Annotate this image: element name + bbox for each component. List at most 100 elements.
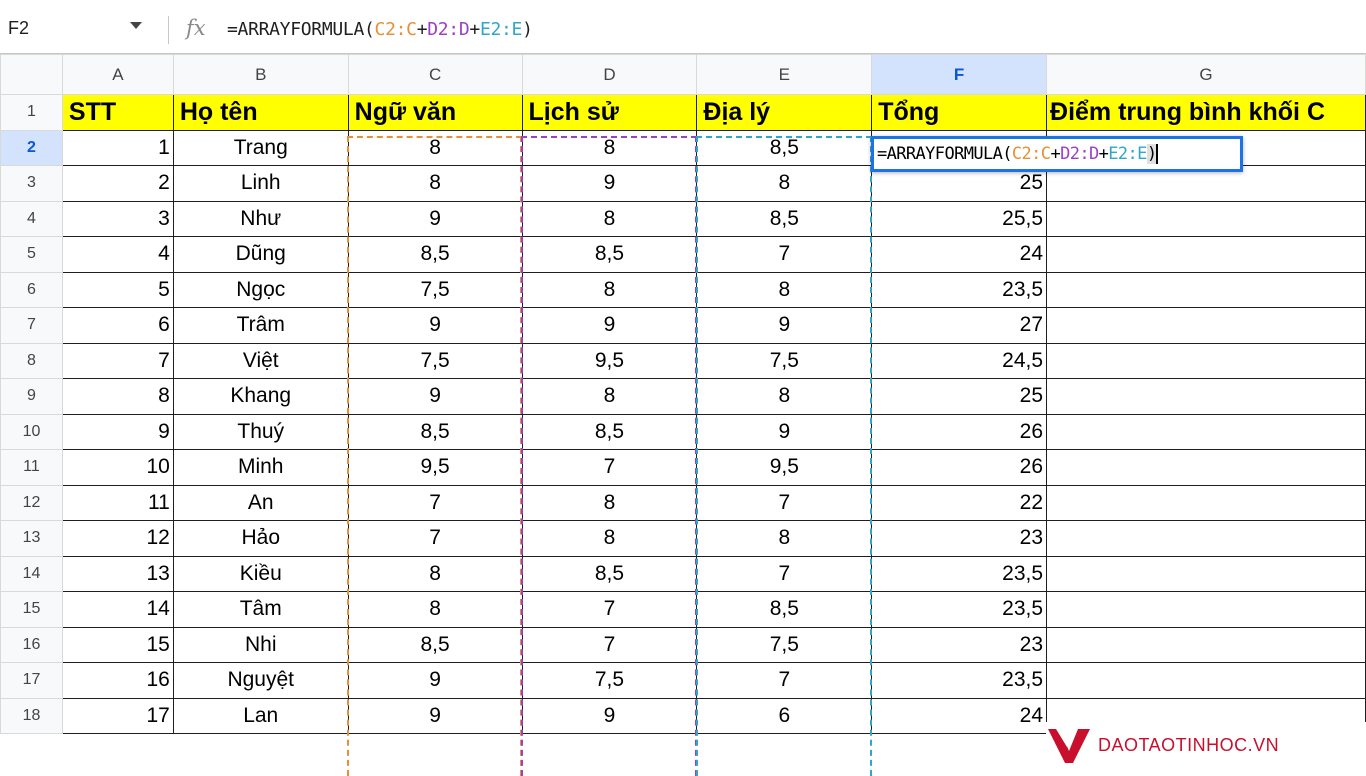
cell-total[interactable]: 23 (871, 626, 1048, 663)
row-header[interactable]: 10 (0, 413, 63, 450)
cell-geography[interactable]: 9 (696, 307, 873, 344)
cell-history[interactable]: 8 (521, 520, 698, 557)
cell-geography[interactable]: 8 (696, 378, 873, 415)
cell-stt[interactable]: 10 (61, 449, 174, 486)
row-header[interactable]: 11 (0, 449, 63, 486)
cell-average[interactable] (1046, 307, 1366, 344)
column-header-b[interactable]: B (172, 54, 349, 95)
cell-literature[interactable]: 8,5 (347, 413, 523, 450)
cell-geography[interactable]: 8,5 (696, 591, 873, 628)
cell-stt[interactable]: 9 (61, 413, 174, 450)
cell-history[interactable]: 7 (521, 449, 698, 486)
cell-total[interactable]: 26 (871, 449, 1048, 486)
cell-name[interactable]: Như (172, 200, 349, 237)
cell-geography[interactable]: 8,5 (696, 129, 873, 166)
row-header[interactable]: 6 (0, 271, 63, 308)
cell-average[interactable] (1046, 271, 1366, 308)
cell-stt[interactable]: 16 (61, 662, 174, 699)
cell-name[interactable]: Tâm (172, 591, 349, 628)
column-header-c[interactable]: C (347, 54, 523, 95)
cell-history[interactable]: 8 (521, 271, 698, 308)
cell-literature[interactable]: 9 (347, 200, 523, 237)
cell-history[interactable]: 8 (521, 200, 698, 237)
column-header-a[interactable]: A (61, 54, 174, 95)
cell-geography[interactable]: 7,5 (696, 626, 873, 663)
header-cell-history[interactable]: Lịch sử (521, 94, 698, 131)
cell-history[interactable]: 9 (521, 307, 698, 344)
row-header[interactable]: 17 (0, 662, 63, 699)
cell-total[interactable]: 25 (871, 378, 1048, 415)
cell-geography[interactable]: 7 (696, 236, 873, 273)
cell-literature[interactable]: 8 (347, 129, 523, 166)
cell-average[interactable] (1046, 520, 1366, 557)
cell-average[interactable] (1046, 413, 1366, 450)
header-cell-name[interactable]: Họ tên (172, 94, 349, 131)
cell-name[interactable]: Dũng (172, 236, 349, 273)
header-cell-stt[interactable]: STT (61, 94, 174, 131)
cell-total[interactable]: 23,5 (871, 662, 1048, 699)
cell-literature[interactable]: 8,5 (347, 236, 523, 273)
cell-total[interactable]: 23,5 (871, 271, 1048, 308)
cell-stt[interactable]: 12 (61, 520, 174, 557)
cell-average[interactable] (1046, 484, 1366, 521)
row-header[interactable]: 3 (0, 165, 63, 202)
cell-stt[interactable]: 1 (61, 129, 174, 166)
cell-literature[interactable]: 7 (347, 484, 523, 521)
cell-total[interactable]: 25,5 (871, 200, 1048, 237)
row-header[interactable]: 16 (0, 626, 63, 663)
cell-history[interactable]: 9,5 (521, 342, 698, 379)
cell-stt[interactable]: 13 (61, 555, 174, 592)
cell-total[interactable]: 24,5 (871, 342, 1048, 379)
cell-history[interactable]: 9 (521, 697, 698, 734)
cell-total[interactable]: 24 (871, 697, 1048, 734)
cell-name[interactable]: Trâm (172, 307, 349, 344)
cell-history[interactable]: 7 (521, 591, 698, 628)
cell-stt[interactable]: 15 (61, 626, 174, 663)
row-header[interactable]: 4 (0, 200, 63, 237)
cell-name[interactable]: Khang (172, 378, 349, 415)
column-header-e[interactable]: E (696, 54, 873, 95)
cell-stt[interactable]: 2 (61, 165, 174, 202)
row-header[interactable]: 15 (0, 591, 63, 628)
cell-literature[interactable]: 8,5 (347, 626, 523, 663)
row-header[interactable]: 12 (0, 484, 63, 521)
row-header[interactable]: 8 (0, 342, 63, 379)
header-cell-geography[interactable]: Địa lý (696, 94, 873, 131)
cell-literature[interactable]: 8 (347, 165, 523, 202)
header-cell-literature[interactable]: Ngữ văn (347, 94, 523, 131)
cell-average[interactable] (1046, 662, 1366, 699)
cell-geography[interactable]: 8,5 (696, 200, 873, 237)
cell-history[interactable]: 8 (521, 378, 698, 415)
cell-average[interactable] (1046, 236, 1366, 273)
cell-geography[interactable]: 7 (696, 484, 873, 521)
cell-stt[interactable]: 3 (61, 200, 174, 237)
cell-name[interactable]: Lan (172, 697, 349, 734)
cell-geography[interactable]: 7,5 (696, 342, 873, 379)
cell-stt[interactable]: 17 (61, 697, 174, 734)
cell-name[interactable]: Thuý (172, 413, 349, 450)
cell-history[interactable]: 9 (521, 165, 698, 202)
row-header[interactable]: 9 (0, 378, 63, 415)
cell-literature[interactable]: 9 (347, 662, 523, 699)
row-header[interactable]: 7 (0, 307, 63, 344)
cell-literature[interactable]: 9 (347, 378, 523, 415)
cell-name[interactable]: Nguyệt (172, 662, 349, 699)
cell-name[interactable]: Hảo (172, 520, 349, 557)
cell-geography[interactable]: 8 (696, 165, 873, 202)
cell-total[interactable]: 22 (871, 484, 1048, 521)
cell-name[interactable]: Trang (172, 129, 349, 166)
cell-name[interactable]: Nhi (172, 626, 349, 663)
cell-geography[interactable]: 9,5 (696, 449, 873, 486)
column-header-g[interactable]: G (1046, 54, 1366, 95)
cell-history[interactable]: 8,5 (521, 413, 698, 450)
cell-history[interactable]: 7,5 (521, 662, 698, 699)
cell-name[interactable]: Linh (172, 165, 349, 202)
cell-history[interactable]: 7 (521, 626, 698, 663)
cell-literature[interactable]: 8 (347, 555, 523, 592)
cell-stt[interactable]: 14 (61, 591, 174, 628)
cell-average[interactable] (1046, 449, 1366, 486)
cell-total[interactable]: 24 (871, 236, 1048, 273)
cell-average[interactable] (1046, 591, 1366, 628)
cell-geography[interactable]: 7 (696, 662, 873, 699)
header-cell-total[interactable]: Tổng (871, 94, 1048, 131)
